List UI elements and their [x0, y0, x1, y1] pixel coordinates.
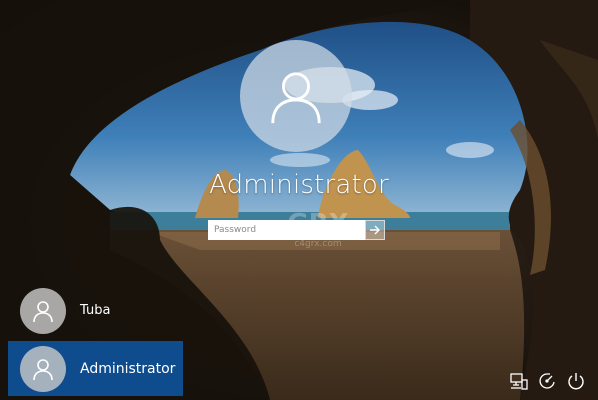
user-avatar: [20, 287, 66, 334]
power-icon: [568, 373, 584, 390]
user-icon: [33, 358, 53, 380]
password-field[interactable]: [208, 220, 365, 240]
network-icon: [510, 373, 528, 390]
user-item-tuba[interactable]: Tuba: [8, 283, 183, 338]
user-item-label: Tuba: [80, 303, 111, 318]
user-icon: [33, 300, 53, 322]
network-button[interactable]: [508, 370, 530, 392]
ease-of-access-icon: [539, 373, 555, 389]
user-icon: [271, 72, 321, 124]
user-avatar-large: [240, 40, 352, 152]
user-item-administrator[interactable]: Administrator: [8, 341, 183, 396]
ease-of-access-button[interactable]: [536, 370, 558, 392]
arrow-right-icon: [370, 225, 380, 235]
user-item-label: Administrator: [80, 360, 176, 377]
account-name: Administrator: [209, 170, 389, 200]
power-button[interactable]: [565, 370, 587, 392]
user-avatar: [20, 345, 66, 392]
submit-button[interactable]: [365, 220, 385, 240]
password-row: [208, 220, 385, 240]
